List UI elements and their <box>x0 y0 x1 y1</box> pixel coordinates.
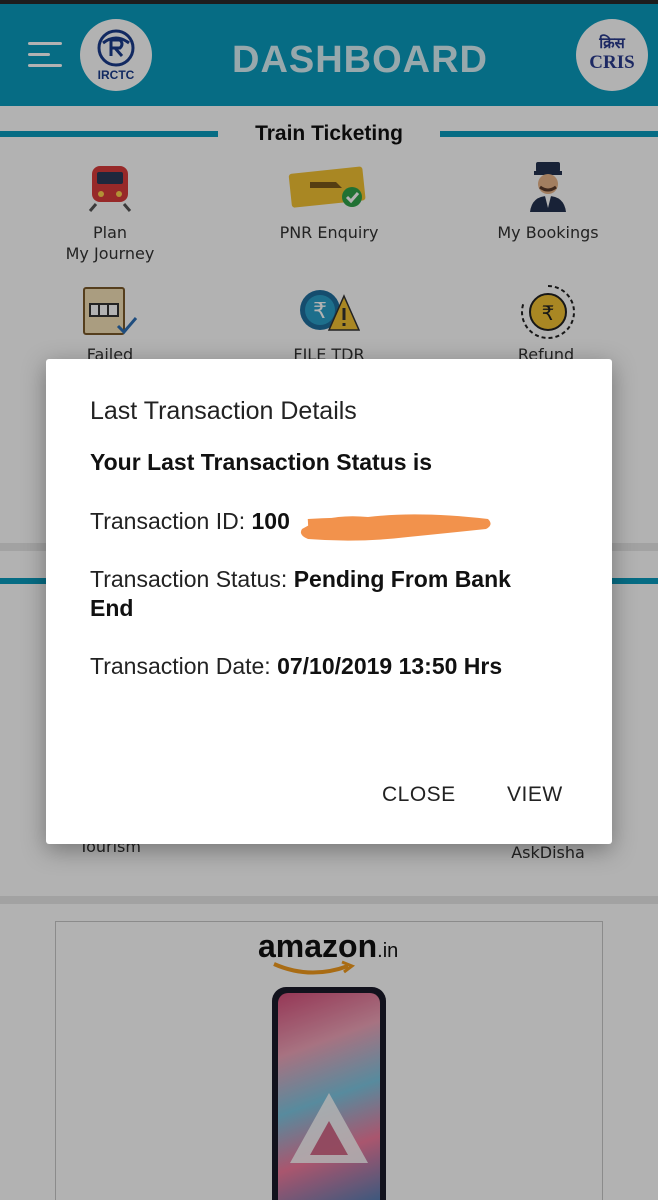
transaction-date-row: Transaction Date: 07/10/2019 13:50 Hrs <box>90 652 560 681</box>
view-button[interactable]: VIEW <box>507 783 563 807</box>
dialog-subtitle: Your Last Transaction Status is <box>90 449 433 475</box>
redaction-scribble <box>300 514 491 541</box>
transaction-details-dialog: Last Transaction Details Your Last Trans… <box>46 359 612 844</box>
close-button[interactable]: CLOSE <box>382 783 456 807</box>
dialog-title: Last Transaction Details <box>90 397 357 425</box>
transaction-date-value: 07/10/2019 13:50 Hrs <box>277 653 503 679</box>
transaction-id-value: 100 <box>251 508 290 534</box>
transaction-id-label: Transaction ID: <box>90 508 252 534</box>
transaction-status-row: Transaction Status: Pending From Bank En… <box>90 565 560 623</box>
transaction-date-label: Transaction Date: <box>90 653 278 679</box>
transaction-status-label: Transaction Status: <box>90 566 294 592</box>
